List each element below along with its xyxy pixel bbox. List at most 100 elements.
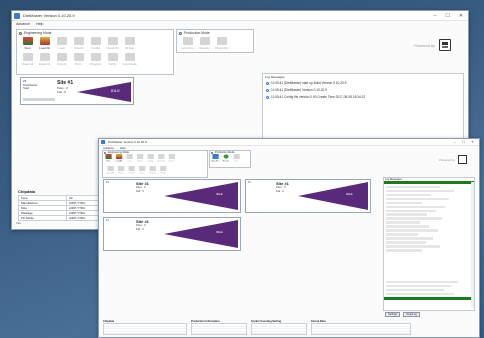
logo-icon bbox=[457, 155, 467, 164]
powered-by-text: Powered by bbox=[414, 42, 436, 48]
check-id-icon bbox=[157, 154, 165, 159]
desktop-background: { "back_window": { "title": "DietMaster … bbox=[0, 0, 484, 338]
close-icon[interactable]: ✕ bbox=[459, 13, 463, 19]
menu-help[interactable]: Help bbox=[36, 22, 43, 26]
start-button[interactable]: Start bbox=[19, 37, 36, 50]
maximize-icon[interactable]: ☐ bbox=[445, 13, 449, 19]
load-button[interactable]: Load bbox=[53, 37, 70, 50]
program-icon bbox=[90, 53, 101, 61]
id-test-icon bbox=[168, 154, 175, 159]
start-icon bbox=[22, 37, 33, 45]
load-all-icon bbox=[115, 154, 122, 159]
site-1-panel[interactable]: #1 DietMaster Start Site #1 Pass : 0 Fai… bbox=[20, 77, 134, 105]
log-buttons: Settings Help/Log bbox=[385, 312, 420, 317]
burn-button[interactable]: Burn bbox=[70, 53, 87, 66]
log-line: 11:05:41 [DietMaster] Version 0.10.20.9 bbox=[266, 88, 460, 92]
site-counts: Pass : 0 Fail : 0 bbox=[57, 86, 68, 94]
powered-by-text: Powered by bbox=[439, 157, 455, 162]
auto-mode-icon bbox=[124, 53, 135, 61]
config-button[interactable]: Config bbox=[87, 37, 104, 50]
verify-button[interactable]: Verify bbox=[158, 166, 169, 174]
unlock-2-button[interactable]: Unlock bbox=[126, 166, 137, 174]
read-all-button[interactable]: Read All bbox=[19, 53, 36, 66]
load-icon bbox=[126, 154, 133, 159]
bottom-info-area: Chipdata Production Information Socket C… bbox=[103, 320, 473, 335]
load-button[interactable]: Load bbox=[124, 154, 135, 162]
info-icon bbox=[266, 81, 269, 85]
read-all-button[interactable]: Read All bbox=[105, 166, 116, 174]
site-status: IDLE bbox=[216, 230, 223, 234]
site-status: IDLE bbox=[346, 192, 353, 196]
log-line: 11:05:41 [DietMaster] start up Build Ver… bbox=[266, 81, 460, 85]
read-all-icon bbox=[107, 166, 114, 171]
unlock-button[interactable]: Unlock bbox=[70, 37, 87, 50]
read-icon bbox=[39, 53, 50, 61]
check-id-button[interactable]: Check ID bbox=[104, 37, 121, 50]
production-mode-label: Production Mode bbox=[184, 31, 210, 35]
info-icon bbox=[266, 95, 269, 99]
engineering-mode-label: Engineering Mode bbox=[24, 31, 52, 35]
log-scrollbar[interactable] bbox=[471, 182, 474, 308]
minimize-icon[interactable]: – bbox=[454, 140, 456, 144]
front-site-2[interactable]: #1 Site #1 Pass : 0 Fail : 0 IDLE bbox=[245, 179, 371, 213]
idle-status-arrow bbox=[164, 220, 238, 248]
read-all-2-button[interactable]: Read All bbox=[36, 53, 53, 66]
load-all-icon bbox=[39, 37, 50, 45]
minimize-icon[interactable]: – bbox=[434, 13, 437, 19]
results-button[interactable]: Results bbox=[221, 154, 232, 162]
id-test-button[interactable]: ID Test bbox=[166, 154, 177, 162]
site-info: #1 DietMaster Start bbox=[23, 79, 38, 91]
auto-run-button[interactable]: Auto Run bbox=[179, 37, 196, 50]
production-mode-group: Production Mode Auto Run Results Check F… bbox=[176, 29, 254, 53]
front-log-panel: Log Messages bbox=[383, 177, 475, 311]
program-button[interactable]: Program bbox=[87, 53, 104, 66]
unlock-2-button[interactable]: Unlock bbox=[53, 53, 70, 66]
log-line: 11:05:41 Config file version 0.90 Create… bbox=[266, 95, 460, 99]
close-icon[interactable]: ✕ bbox=[471, 140, 474, 144]
help-log-button[interactable]: Help/Log bbox=[403, 312, 420, 317]
front-engineering-group: Engineering Mode Start Load All Load Unl… bbox=[102, 150, 208, 178]
idle-status-arrow bbox=[164, 182, 238, 210]
brand-area: Powered by bbox=[414, 39, 452, 51]
load-all-button[interactable]: Load All bbox=[36, 37, 53, 50]
production-info-panel: Production Information bbox=[191, 320, 247, 335]
front-window-title: DietMaster Version 0.10.20.9 bbox=[108, 140, 147, 144]
check-id-button[interactable]: Check ID bbox=[156, 154, 167, 162]
load-icon bbox=[56, 37, 67, 45]
id-test-button[interactable]: ID Test bbox=[121, 37, 138, 50]
log-highlight-row bbox=[384, 296, 474, 300]
auto-mode-button[interactable]: Auto Mode bbox=[121, 53, 138, 66]
menu-advance[interactable]: Advance bbox=[16, 22, 30, 26]
settings-button[interactable]: Settings bbox=[385, 312, 401, 317]
engineering-radio[interactable] bbox=[19, 31, 22, 35]
verify-button[interactable]: Verify bbox=[104, 53, 121, 66]
unlock2-icon bbox=[56, 53, 67, 61]
results-button[interactable]: Results bbox=[196, 37, 213, 50]
production-radio[interactable] bbox=[179, 31, 182, 35]
results-icon bbox=[222, 154, 229, 159]
start-button[interactable]: Start bbox=[103, 154, 114, 162]
front-brand: Powered by bbox=[439, 155, 467, 164]
stop-button[interactable]: Stop bbox=[231, 154, 242, 162]
app-icon bbox=[101, 140, 105, 144]
stored-data-panel: Stored Data bbox=[311, 320, 411, 335]
burn-button[interactable]: Burn bbox=[137, 166, 148, 174]
check-fix-button[interactable]: Check Fix bbox=[213, 37, 230, 50]
unlock-button[interactable]: Unlock bbox=[135, 154, 146, 162]
config-button[interactable]: Config bbox=[145, 154, 156, 162]
program-button[interactable]: Program bbox=[147, 166, 158, 174]
verify-icon bbox=[159, 166, 167, 171]
front-site-1[interactable]: #1 Site #1 Pass : 0 Fail : 0 IDLE bbox=[103, 179, 241, 213]
front-site-3[interactable]: #1 Site #1 Pass : 0 Fail : 0 IDLE bbox=[103, 217, 241, 251]
front-app-window: DietMaster Version 0.10.20.9 – ☐ ✕ Advan… bbox=[98, 138, 480, 338]
back-menu-bar: Advance Help bbox=[12, 21, 468, 27]
front-production-group: Production Mode Auto Run Results Stop bbox=[209, 150, 251, 168]
idle-status-arrow bbox=[77, 82, 131, 102]
engineering-mode-group: Engineering Mode Start Load All Load Unl… bbox=[16, 29, 174, 75]
site-progress bbox=[23, 98, 55, 101]
auto-run-button[interactable]: Auto Run bbox=[210, 154, 221, 162]
load-all-button[interactable]: Load All bbox=[114, 154, 125, 162]
unlock2-icon bbox=[128, 166, 135, 171]
maximize-icon[interactable]: ☐ bbox=[462, 140, 465, 144]
read-button[interactable]: Read bbox=[116, 166, 127, 174]
